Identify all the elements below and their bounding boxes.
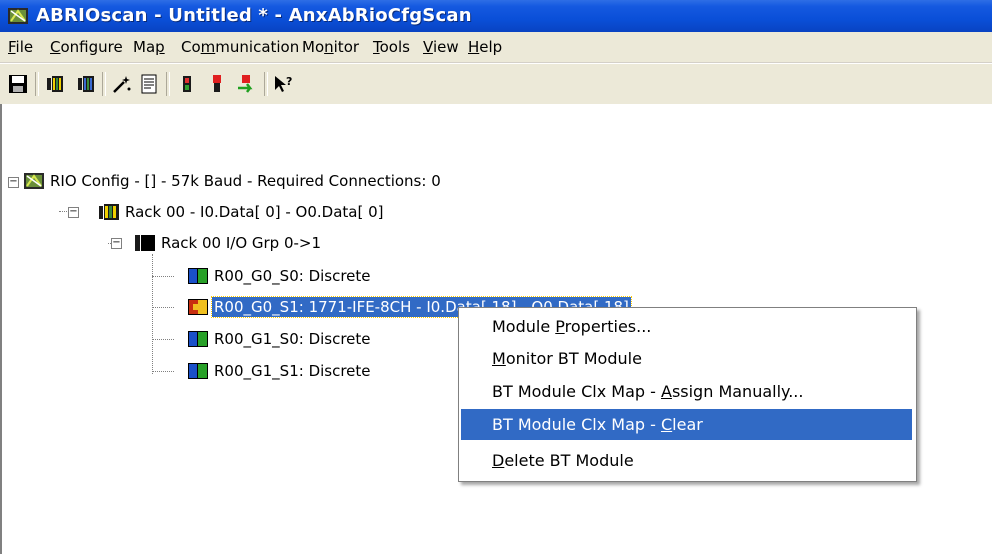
menu-monitor[interactable]: Monitor	[302, 38, 359, 56]
tree-label-root: RIO Config - [] - 57k Baud - Required Co…	[50, 172, 441, 190]
menu-communication[interactable]: Communication	[181, 38, 299, 56]
rack-icon	[99, 204, 119, 220]
list-icon[interactable]	[138, 73, 160, 95]
tree-node-group[interactable]: Rack 00 I/O Grp 0->1	[135, 232, 323, 254]
save-icon[interactable]	[7, 73, 29, 95]
tree-connector	[152, 254, 153, 374]
green-arrow-icon[interactable]	[235, 73, 257, 95]
menu-map[interactable]: Map	[133, 38, 165, 56]
tree-node-module[interactable]: R00_G1_S1: Discrete	[188, 360, 373, 382]
tree-label-group: Rack 00 I/O Grp 0->1	[161, 234, 322, 252]
svg-text:?: ?	[286, 75, 292, 88]
tree-connector	[152, 371, 174, 372]
tree-label-rack: Rack 00 - I0.Data[ 0] - O0.Data[ 0]	[125, 203, 384, 221]
rack-icon[interactable]	[44, 73, 66, 95]
menu-configure[interactable]: Configure	[50, 38, 123, 56]
tree-label-module: R00_G1_S1: Discrete	[214, 362, 371, 380]
toolbar-separator	[35, 72, 39, 96]
ctx-clx-map-clear[interactable]: BT Module Clx Map - Clear	[461, 409, 912, 440]
discrete-module-icon	[188, 331, 208, 347]
discrete-module-icon	[188, 363, 208, 379]
ctx-module-properties[interactable]: Module Properties...	[461, 311, 912, 342]
tree-connector	[152, 276, 174, 277]
tree-label-module: R00_G1_S0: Discrete	[214, 330, 371, 348]
tree-node-module[interactable]: R00_G0_S0: Discrete	[188, 265, 373, 287]
tree-connector	[152, 307, 174, 308]
menu-help[interactable]: Help	[468, 38, 502, 56]
wand-icon[interactable]	[111, 73, 133, 95]
tree-node-root[interactable]: RIO Config - [] - 57k Baud - Required Co…	[24, 170, 443, 192]
toolbar-separator	[102, 72, 106, 96]
expander-rack[interactable]: −	[68, 207, 79, 218]
rack-blue-icon[interactable]	[75, 73, 97, 95]
io-group-icon	[135, 235, 155, 251]
toolbar-separator	[166, 72, 170, 96]
ctx-monitor-bt-module[interactable]: Monitor BT Module	[461, 343, 912, 374]
context-menu: Module Properties... Monitor BT Module B…	[458, 307, 917, 482]
menu-view[interactable]: View	[423, 38, 459, 56]
title-bar[interactable]: ABRIOscan - Untitled * - AnxAbRioCfgScan	[0, 0, 992, 32]
ctx-delete-bt-module[interactable]: Delete BT Module	[461, 445, 912, 476]
toolbar: ?	[0, 63, 992, 105]
expander-group[interactable]: −	[111, 238, 122, 249]
rio-config-icon	[24, 173, 44, 189]
expander-root[interactable]: −	[8, 177, 19, 188]
menu-bar: File Configure Map Communication Monitor…	[0, 32, 992, 63]
menu-tools[interactable]: Tools	[373, 38, 410, 56]
toolbar-separator	[264, 72, 268, 96]
discrete-module-icon	[188, 268, 208, 284]
tree-label-module: R00_G0_S0: Discrete	[214, 267, 371, 285]
tree-node-rack[interactable]: Rack 00 - I0.Data[ 0] - O0.Data[ 0]	[99, 201, 386, 223]
window-title: ABRIOscan - Untitled * - AnxAbRioCfgScan	[36, 5, 472, 26]
tree-connector	[152, 339, 174, 340]
app-icon	[8, 8, 28, 24]
ctx-clx-map-assign[interactable]: BT Module Clx Map - Assign Manually...	[461, 376, 912, 407]
tree-node-module[interactable]: R00_G1_S0: Discrete	[188, 328, 373, 350]
app-window: ABRIOscan - Untitled * - AnxAbRioCfgScan…	[0, 0, 992, 554]
bt-module-icon	[188, 299, 208, 315]
menu-file[interactable]: File	[8, 38, 33, 56]
slot-icon[interactable]	[176, 73, 198, 95]
red-module-icon[interactable]	[206, 73, 228, 95]
help-pointer-icon[interactable]: ?	[273, 73, 295, 95]
